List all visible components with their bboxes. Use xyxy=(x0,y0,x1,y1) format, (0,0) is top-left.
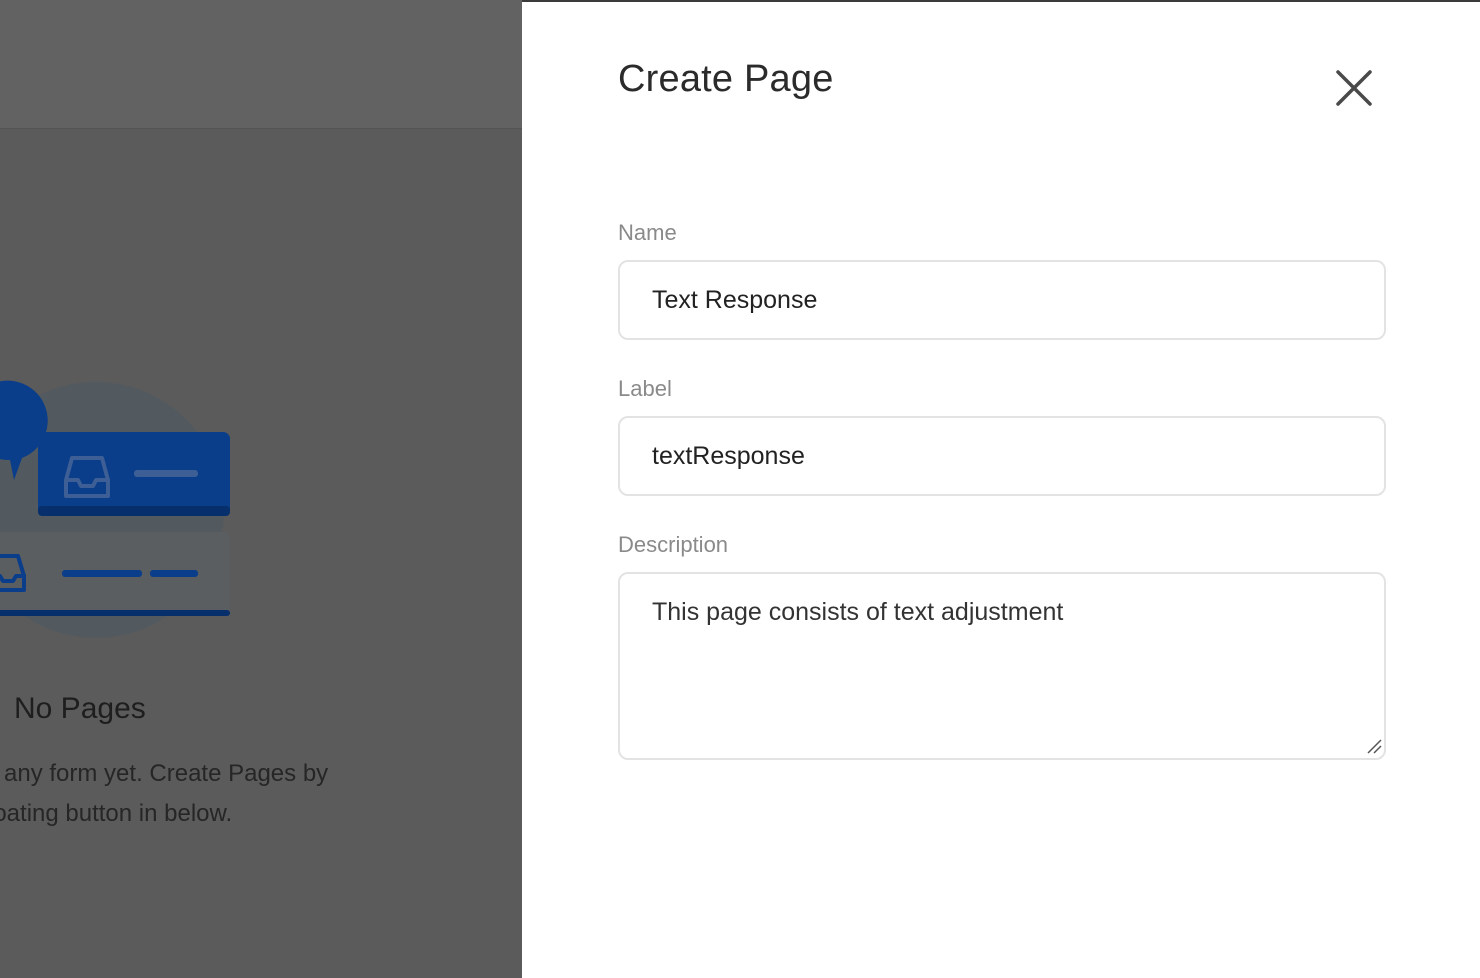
resize-handle-icon[interactable] xyxy=(1366,738,1382,754)
empty-state-description: ve any form yet. Create Pages by loating… xyxy=(0,754,440,834)
empty-state-title: No Pages xyxy=(14,692,146,725)
name-input[interactable] xyxy=(618,260,1386,340)
description-field-label: Description xyxy=(618,532,729,557)
empty-state-text-line-1: ve any form yet. Create Pages by xyxy=(0,760,329,787)
empty-state-illustration xyxy=(0,380,230,638)
background-page: No Pages ve any form yet. Create Pages b… xyxy=(0,0,522,978)
description-textarea[interactable]: This page consists of text adjustment xyxy=(618,572,1386,760)
drawer-title: Create Page xyxy=(618,58,834,100)
close-icon xyxy=(1336,70,1372,106)
background-header xyxy=(0,0,522,129)
label-input[interactable] xyxy=(618,416,1386,496)
label-field-label: Label xyxy=(618,376,672,401)
name-field-label: Name xyxy=(618,220,677,245)
close-button[interactable] xyxy=(1332,66,1376,110)
create-page-drawer: Create Page Name Label Description This … xyxy=(522,0,1480,978)
empty-state-text-line-2: loating button in below. xyxy=(0,800,233,827)
